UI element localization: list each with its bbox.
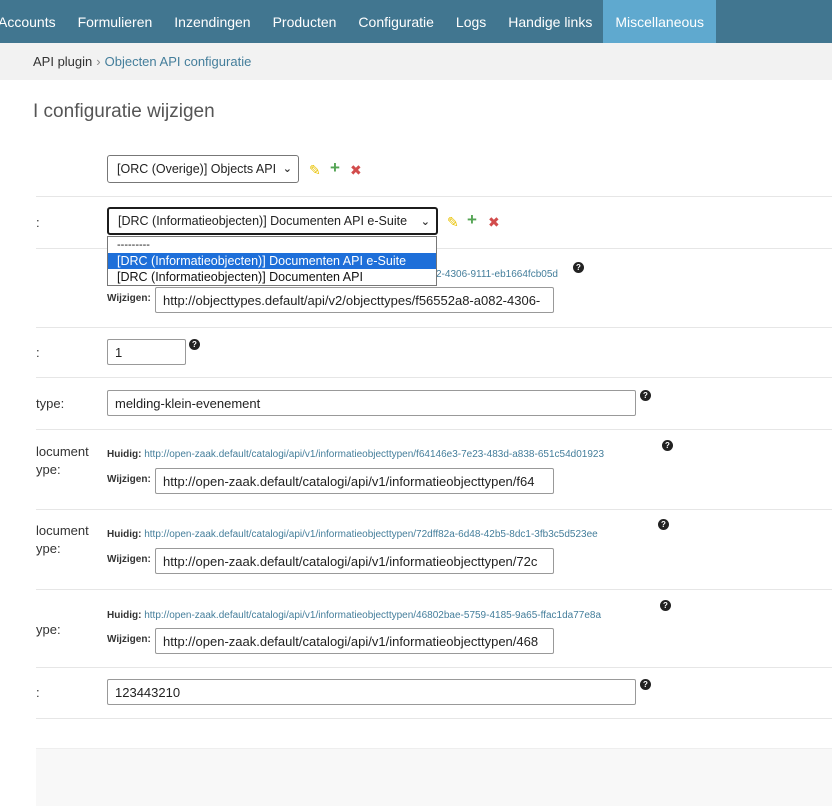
drc-service-dropdown-list: --------- [DRC (Informatieobjecten)] Doc… — [107, 236, 437, 286]
help-icon: ? — [658, 519, 669, 530]
objecttype-version-input[interactable]: 1 — [107, 339, 186, 365]
iot-submission-report-wijzigen-label: Wijzigen: — [107, 474, 151, 485]
iot-attachment-current-link[interactable]: http://open-zaak.default/catalogi/api/v1… — [144, 610, 601, 621]
delete-icon[interactable]: ✖ — [488, 215, 500, 229]
iot-submission-report-current: Huidig: http://open-zaak.default/catalog… — [107, 449, 604, 460]
iot-attachment-label: ype: — [36, 622, 61, 637]
add-icon[interactable]: + — [330, 159, 340, 176]
breadcrumb: API plugin › Objecten API configuratie — [0, 43, 832, 80]
edit-icon[interactable]: ✎ — [447, 215, 459, 229]
iot-attachment-wijzigen-label: Wijzigen: — [107, 634, 151, 645]
help-icon: ? — [189, 339, 200, 350]
productaanvraag-type-input[interactable]: melding-klein-evenement — [107, 390, 636, 416]
nav-item-producten[interactable]: Producten — [262, 0, 348, 43]
nav-item-miscellaneous[interactable]: Miscellaneous — [603, 0, 717, 43]
help-icon: ? — [573, 262, 584, 273]
chevron-down-icon: ⌄ — [420, 216, 430, 228]
organisatie-rsin-label: : — [36, 685, 40, 700]
help-icon: ? — [640, 390, 651, 401]
nav-item-accounts[interactable]: Accounts — [0, 0, 67, 43]
objecttype-current-url[interactable]: 2-4306-9111-eb1664fcb05d — [436, 269, 558, 280]
help-icon: ? — [640, 679, 651, 690]
chevron-down-icon: ⌄ — [282, 163, 292, 175]
drc-service-label: : — [36, 215, 40, 230]
breadcrumb-current[interactable]: Objecten API configuratie — [105, 54, 252, 69]
organisatie-rsin-input[interactable]: 123443210 — [107, 679, 636, 705]
add-icon[interactable]: + — [467, 211, 477, 228]
dropdown-option-empty[interactable]: --------- — [108, 237, 436, 253]
iot-submission-csv-current: Huidig: http://open-zaak.default/catalog… — [107, 529, 598, 540]
objecttype-version-label: : — [36, 345, 40, 360]
top-navigation: Accounts Formulieren Inzendingen Product… — [0, 0, 832, 43]
productaanvraag-type-label: type: — [36, 396, 65, 411]
nav-item-inzendingen[interactable]: Inzendingen — [163, 0, 261, 43]
iot-submission-report-input[interactable]: http://open-zaak.default/catalogi/api/v1… — [155, 468, 554, 494]
iot-submission-csv-wijzigen-label: Wijzigen: — [107, 554, 151, 565]
iot-attachment-current: Huidig: http://open-zaak.default/catalog… — [107, 610, 602, 621]
iot-submission-csv-current-link[interactable]: http://open-zaak.default/catalogi/api/v1… — [144, 529, 597, 540]
objecttype-wijzigen-label: Wijzigen: — [107, 293, 151, 304]
dropdown-option-esuite[interactable]: [DRC (Informatieobjecten)] Documenten AP… — [108, 253, 436, 269]
drc-service-select[interactable]: [DRC (Informatieobjecten)] Documenten AP… — [107, 207, 438, 235]
submit-row — [36, 748, 832, 806]
edit-icon[interactable]: ✎ — [309, 163, 321, 177]
breadcrumb-separator: › — [96, 54, 101, 69]
iot-submission-report-label: locument ype: — [36, 444, 89, 477]
objects-service-select[interactable]: [ORC (Overige)] Objects API ⌄ — [107, 155, 299, 183]
objecttype-input[interactable]: http://objecttypes.default/api/v2/object… — [155, 287, 554, 313]
iot-attachment-input[interactable]: http://open-zaak.default/catalogi/api/v1… — [155, 628, 554, 654]
breadcrumb-plugin: API plugin — [33, 54, 93, 69]
iot-submission-csv-label: locument ype: — [36, 523, 89, 556]
dropdown-option-documenten-api[interactable]: [DRC (Informatieobjecten)] Documenten AP… — [108, 269, 436, 285]
help-icon: ? — [662, 440, 673, 451]
delete-icon[interactable]: ✖ — [350, 163, 362, 177]
nav-item-handige-links[interactable]: Handige links — [497, 0, 603, 43]
iot-submission-report-current-link[interactable]: http://open-zaak.default/catalogi/api/v1… — [144, 449, 604, 460]
page-title: I configuratie wijzigen — [33, 101, 215, 122]
iot-submission-csv-input[interactable]: http://open-zaak.default/catalogi/api/v1… — [155, 548, 554, 574]
nav-item-formulieren[interactable]: Formulieren — [67, 0, 164, 43]
nav-item-configuratie[interactable]: Configuratie — [347, 0, 445, 43]
nav-item-logs[interactable]: Logs — [445, 0, 497, 43]
help-icon: ? — [660, 600, 671, 611]
